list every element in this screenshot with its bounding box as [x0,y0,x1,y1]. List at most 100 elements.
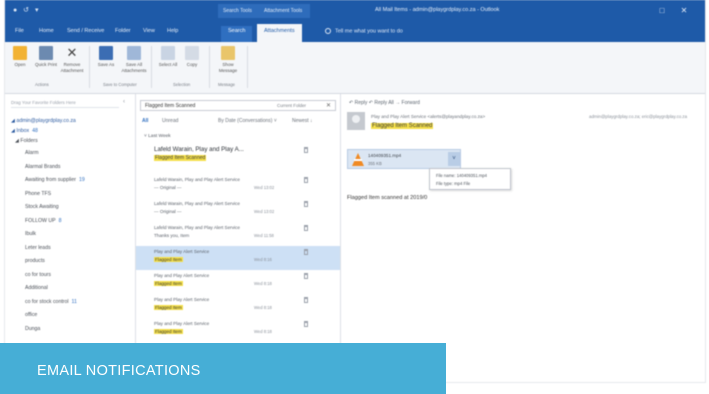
folder-item-label: Ibulk [25,231,36,237]
message-row[interactable]: Play and Play Alert Service Flagged Item W… [136,246,340,270]
folder-item-label: Additional [25,285,48,291]
quick-print-button[interactable]: Quick Print [33,46,59,68]
preview-text: --- Original --- [154,209,182,214]
folder-item[interactable]: Alarmal Brands [25,164,60,170]
remove-attachment-button[interactable]: ✕ Remove Attachment [59,46,85,74]
delete-icon[interactable] [304,297,308,303]
ribbon-separator [209,46,210,88]
open-label: Open [14,62,26,67]
message-sender: Lafeld Warain, Play and Play A... [154,146,244,153]
preview-text: --- Original --- [154,185,182,190]
clear-search-icon[interactable]: ✕ [326,102,331,109]
folder-item[interactable]: Alarm [25,150,39,156]
account-node[interactable]: ◢ admin@playgrdplay.co.za [11,118,76,124]
open-button[interactable]: Open [7,46,33,68]
group-header-last-week[interactable]: ˅ Last Week [144,134,171,139]
delete-icon[interactable] [304,147,308,153]
folder-item-label: Alarmal Brands [25,163,61,170]
search-scope-dropdown[interactable]: Current Folder [277,103,306,108]
message-sender: Play and Play Alert Service [154,273,210,278]
folder-item[interactable]: products [25,258,45,264]
attachment-chip[interactable]: 140409351.mp4 355 KB ˅ [347,149,461,169]
folder-item-label: Leter leads [25,244,51,251]
folder-item-label: Awaiting from supplier [25,177,76,183]
sort-dropdown[interactable]: By Date (Conversations) ˅ [218,118,277,124]
attachment-menu-button[interactable]: ˅ [448,152,460,166]
save-as-button[interactable]: Save As [93,46,119,68]
collapse-pane-icon[interactable]: ‹ [123,99,125,105]
close-icon[interactable]: ✕ [677,4,691,18]
message-row[interactable]: Play and Play Alert Service Flagged Item W… [136,318,340,342]
copy-icon [185,46,199,60]
folder-item[interactable]: Awaiting from supplier 19 [25,177,85,183]
folder-item[interactable]: FOLLOW UP 8 [25,218,61,224]
tab-send-receive[interactable]: Send / Receive [67,28,104,34]
ribbon: Open Quick Print ✕ Remove Attachment Act… [5,42,705,94]
reply-actions[interactable]: ↶ Reply ↶ Reply All → Forward [349,100,420,106]
tell-me-box[interactable]: Tell me what you want to do [325,28,403,34]
preview-text: Flagged Item Scanned [154,155,207,161]
folder-item[interactable]: Ibulk [25,231,36,237]
folder-item-label: co for tours [25,271,51,278]
folder-item[interactable]: co for tours [25,272,51,278]
favorites-drop-zone[interactable]: Drag Your Favorite Folders Here [11,100,119,108]
delete-icon[interactable] [304,177,308,183]
context-search-tools: Search Tools [223,8,252,14]
folder-item[interactable]: Additional [25,285,48,291]
folder-item[interactable]: Leter leads [25,245,51,251]
message-preview: Flagged Item [154,257,183,262]
search-input[interactable]: Flagged Item Scanned Current Folder ✕ [140,100,336,111]
folder-inbox[interactable]: ◢ Inbox 48 [11,128,38,134]
message-row[interactable]: Play and Play Alert Service Flagged Item W… [136,270,340,294]
show-message-button[interactable]: Show Message [213,46,243,74]
message-row[interactable]: Play and Play Alert Service Flagged Item W… [136,294,340,318]
message-preview: --- Original --- [154,209,182,214]
context-attachment-tools: Attachment Tools [264,8,303,14]
delete-icon[interactable] [304,249,308,255]
filter-all[interactable]: All [142,118,148,124]
tab-help[interactable]: Help [167,28,178,34]
message-row[interactable]: Lafeld Warain, Play and Play Alert Servi… [136,174,340,198]
delete-icon[interactable] [304,321,308,327]
tab-file[interactable]: File [15,28,24,34]
folder-unread-count: 11 [71,298,77,305]
tab-home[interactable]: Home [39,28,54,34]
delete-icon[interactable] [304,225,308,231]
message-row[interactable]: Lafeld Warain, Play and Play A... Flagged… [136,144,340,174]
restore-icon[interactable]: □ [655,4,669,18]
tab-search[interactable]: Search [221,26,253,42]
message-time: Wed 8:16 [254,257,272,262]
caption-banner: EMAIL NOTIFICATIONS [0,343,446,394]
tab-attachments[interactable]: Attachments [257,24,302,42]
tab-folder[interactable]: Folder [115,28,131,34]
delete-icon[interactable] [304,201,308,207]
tab-view[interactable]: View [143,28,155,34]
folder-item[interactable]: co for stock control 11 [25,299,77,305]
save-all-attachments-button[interactable]: Save All Attachments [119,46,149,74]
message-sender: Lafeld Warain, Play and Play Alert Servi… [154,201,240,206]
preview-text: Flagged Item [154,305,183,310]
filter-unread[interactable]: Unread [162,118,178,124]
message-list-pane: Flagged Item Scanned Current Folder ✕ Al… [136,94,459,382]
preview-text: Flagged Item [154,257,183,262]
group-selection-label: Selection [173,82,191,87]
sort-order-toggle[interactable]: Newest ↓ [292,118,313,124]
printer-icon [39,46,53,60]
group-save-label: Save to Computer [103,82,137,87]
folder-item[interactable]: Dunga [25,326,40,332]
select-all-button[interactable]: Select All [155,46,181,68]
message-preview: Flagged Item [154,281,183,286]
copy-label: Copy [186,62,198,67]
quick-access-toolbar[interactable]: ● ↺ ▾ [13,6,41,14]
copy-button[interactable]: Copy [179,46,205,68]
folder-item[interactable]: Phone TFS [25,191,51,197]
folder-open-icon [13,46,27,60]
delete-icon[interactable] [304,273,308,279]
contextual-tab-group: Search Tools Attachment Tools [218,4,310,18]
folder-item[interactable]: office [25,312,37,318]
message-row[interactable]: Lafeld Warain, Play and Play Alert Servi… [136,222,340,246]
message-row[interactable]: Lafeld Warain, Play and Play Alert Servi… [136,198,340,222]
message-sender: Play and Play Alert Service [154,297,210,302]
folders-node[interactable]: ◢ Folders [15,138,38,144]
folder-item[interactable]: Stock Awaiting [25,204,59,210]
